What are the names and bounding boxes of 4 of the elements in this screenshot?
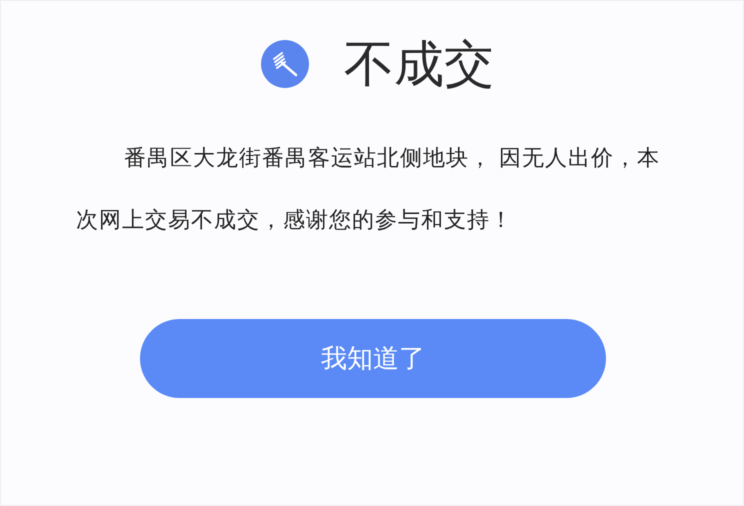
gavel-icon	[260, 39, 310, 89]
acknowledge-button[interactable]: 我知道了	[140, 319, 606, 398]
dialog-message: 番禺区大龙街番禺客运站北侧地块， 因无人出价，本次网上交易不成交，感谢您的参与和支持！	[76, 144, 662, 234]
dialog-title: 不成交	[344, 39, 494, 89]
